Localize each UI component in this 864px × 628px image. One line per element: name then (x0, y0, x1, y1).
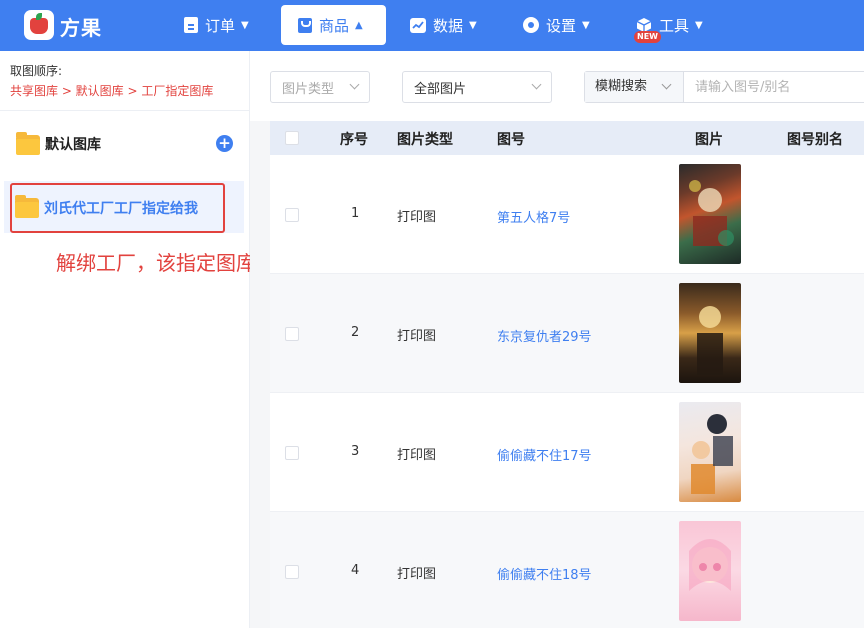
nav-orders[interactable]: 订单 ▼ (184, 5, 249, 45)
nav-orders-label: 订单 (205, 16, 236, 35)
library-item-default[interactable]: 默认图库 (45, 134, 101, 154)
fetch-order-path: 共享图库 > 默认图库 > 工厂指定图库 (10, 84, 214, 98)
row-checkbox[interactable] (285, 446, 299, 460)
chart-icon (410, 17, 426, 33)
library-sidebar: 取图顺序: 共享图库 > 默认图库 > 工厂指定图库 默认图库 + 刘氏代工厂工… (0, 51, 356, 628)
table-row[interactable]: 2 打印图 东京复仇者29号 (270, 274, 864, 393)
clipboard-icon (184, 17, 198, 33)
top-navigation-bar: 方果 订单 ▼ 商品 ▲ 数据 ▼ 设置 ▼ 工具 ▼ NEW (0, 0, 864, 51)
row-type: 打印图 (397, 567, 437, 582)
add-library-button[interactable]: + (216, 135, 233, 152)
row-type: 打印图 (397, 448, 437, 463)
search-mode-select[interactable]: 模糊搜索 (585, 72, 684, 102)
header-image: 图片 (695, 132, 723, 148)
caret-down-icon: ▼ (241, 19, 249, 31)
table-header: 序号 图片类型 图号 图片 图号别名 (270, 121, 864, 155)
chevron-down-icon (661, 79, 672, 90)
chevron-down-icon (531, 79, 542, 90)
nav-settings-label: 设置 (546, 16, 577, 35)
row-checkbox[interactable] (285, 208, 299, 222)
new-badge: NEW (634, 31, 661, 43)
image-scope-select-value: 全部图片 (414, 81, 467, 97)
image-library-main: 图片类型 全部图片 模糊搜索 序号 图片类型 图号 图片 图号别名 1 (250, 51, 864, 628)
gear-icon (523, 17, 539, 33)
row-code-link[interactable]: 第五人格7号 (497, 207, 570, 226)
image-thumbnail[interactable] (679, 164, 741, 264)
app-logo-icon[interactable] (24, 10, 54, 40)
nav-products[interactable]: 商品 ▲ (281, 5, 386, 45)
row-code-link[interactable]: 东京复仇者29号 (497, 326, 592, 345)
nav-data[interactable]: 数据 ▼ (410, 5, 477, 45)
highlight-box (10, 183, 225, 233)
table-row[interactable]: 1 打印图 第五人格7号 (270, 155, 864, 274)
row-checkbox[interactable] (285, 327, 299, 341)
caret-up-icon: ▲ (355, 19, 363, 31)
folder-icon (16, 132, 40, 155)
table-row[interactable]: 3 打印图 偷偷藏不住17号 (270, 393, 864, 512)
nav-settings[interactable]: 设置 ▼ (523, 5, 590, 45)
brand-name[interactable]: 方果 (60, 12, 102, 41)
row-code-link[interactable]: 偷偷藏不住17号 (497, 445, 592, 464)
row-type: 打印图 (397, 210, 437, 225)
row-type: 打印图 (397, 329, 437, 344)
image-scope-select[interactable]: 全部图片 (402, 71, 552, 103)
image-thumbnail[interactable] (679, 402, 741, 502)
table-row[interactable]: 4 打印图 偷偷藏不住18号 (270, 512, 864, 628)
sidebar-divider (0, 110, 250, 111)
row-checkbox[interactable] (285, 565, 299, 579)
select-all-checkbox[interactable] (285, 131, 299, 145)
header-alias: 图号别名 (787, 132, 843, 148)
row-code-link[interactable]: 偷偷藏不住18号 (497, 564, 592, 583)
shopping-bag-icon (298, 17, 312, 33)
image-type-select[interactable]: 图片类型 (270, 71, 370, 103)
header-index: 序号 (340, 132, 368, 148)
row-index: 1 (351, 206, 360, 221)
caret-down-icon: ▼ (582, 19, 590, 31)
apple-icon-body (30, 18, 48, 34)
nav-tools-label: 工具 (659, 16, 690, 35)
nav-products-label: 商品 (319, 16, 350, 35)
row-index: 4 (351, 563, 360, 578)
row-index: 2 (351, 325, 360, 340)
search-group: 模糊搜索 (584, 71, 864, 103)
filter-bar: 图片类型 全部图片 模糊搜索 (250, 51, 864, 121)
fetch-order-label: 取图顺序: (10, 64, 63, 78)
header-code: 图号 (497, 132, 525, 148)
caret-down-icon: ▼ (469, 19, 477, 31)
nav-data-label: 数据 (433, 16, 464, 35)
image-thumbnail[interactable] (679, 283, 741, 383)
row-index: 3 (351, 444, 360, 459)
caret-down-icon: ▼ (695, 19, 703, 31)
header-type: 图片类型 (397, 132, 453, 148)
search-mode-value: 模糊搜索 (595, 79, 648, 94)
image-thumbnail[interactable] (679, 521, 741, 621)
image-type-select-placeholder: 图片类型 (282, 81, 335, 97)
search-input[interactable] (685, 72, 864, 102)
chevron-down-icon (349, 79, 360, 90)
